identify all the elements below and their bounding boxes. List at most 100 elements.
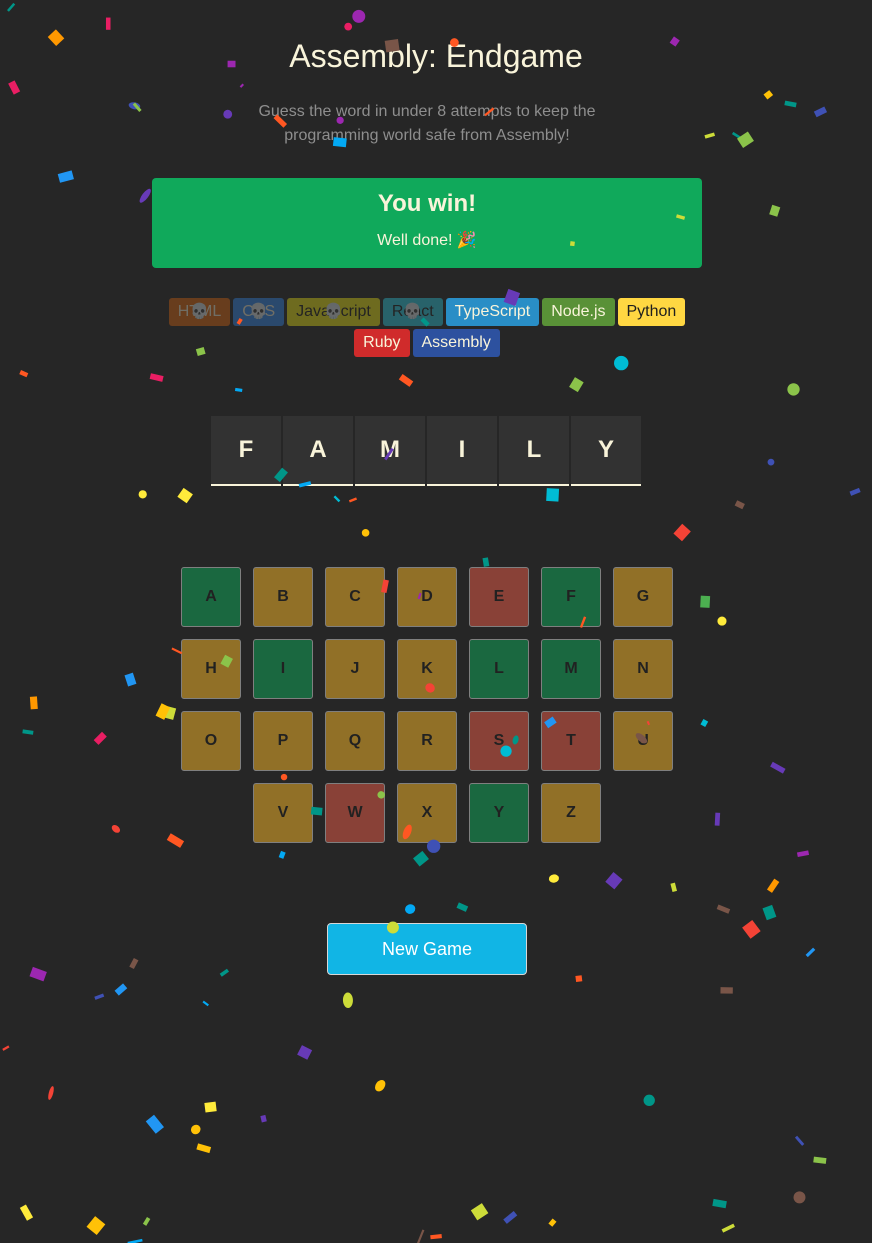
status-message: Well done! 🎉 bbox=[377, 232, 477, 249]
confetti-piece bbox=[548, 1218, 557, 1227]
key-z[interactable]: Z bbox=[541, 783, 601, 843]
confetti-piece bbox=[712, 1198, 727, 1209]
key-r[interactable]: R bbox=[397, 711, 457, 771]
confetti-piece bbox=[132, 102, 142, 113]
confetti-piece bbox=[413, 850, 429, 867]
confetti-piece bbox=[22, 729, 34, 735]
confetti-piece bbox=[8, 80, 21, 95]
language-chip-python: Python bbox=[617, 298, 686, 326]
key-w[interactable]: W bbox=[325, 783, 385, 843]
confetti-piece bbox=[19, 370, 29, 378]
confetti-piece bbox=[164, 706, 177, 720]
confetti-piece bbox=[787, 383, 800, 396]
confetti-piece bbox=[548, 874, 559, 883]
key-i[interactable]: I bbox=[253, 639, 313, 699]
confetti-piece bbox=[342, 992, 353, 1008]
key-e[interactable]: E bbox=[469, 567, 529, 627]
key-k[interactable]: K bbox=[397, 639, 457, 699]
key-b[interactable]: B bbox=[253, 567, 313, 627]
confetti-piece bbox=[138, 490, 147, 499]
confetti-piece bbox=[731, 131, 744, 141]
confetti-piece bbox=[142, 1216, 151, 1226]
confetti-piece bbox=[405, 904, 416, 914]
confetti-piece bbox=[344, 22, 353, 31]
key-f[interactable]: F bbox=[541, 567, 601, 627]
confetti-piece bbox=[219, 968, 230, 977]
word-letter: Y bbox=[571, 416, 641, 486]
language-chip-react: React bbox=[382, 298, 443, 326]
key-o[interactable]: O bbox=[181, 711, 241, 771]
key-l[interactable]: L bbox=[469, 639, 529, 699]
confetti-piece bbox=[416, 1229, 425, 1243]
confetti-piece bbox=[124, 672, 137, 687]
confetti-piece bbox=[849, 487, 861, 496]
page-title: Assembly: Endgame bbox=[289, 38, 583, 74]
word-letter: L bbox=[499, 416, 569, 486]
confetti-piece bbox=[575, 975, 583, 983]
confetti-piece bbox=[763, 90, 774, 100]
confetti-piece bbox=[503, 1211, 518, 1224]
word-letter: M bbox=[355, 416, 425, 486]
confetti-piece bbox=[736, 131, 754, 148]
confetti-piece bbox=[643, 1094, 655, 1106]
confetti-piece bbox=[86, 1216, 106, 1236]
confetti-piece bbox=[546, 488, 560, 502]
confetti-piece bbox=[234, 387, 243, 392]
confetti-piece bbox=[766, 878, 780, 893]
key-t[interactable]: T bbox=[541, 711, 601, 771]
key-g[interactable]: G bbox=[613, 567, 673, 627]
confetti-piece bbox=[94, 993, 105, 1000]
key-s[interactable]: S bbox=[469, 711, 529, 771]
confetti-piece bbox=[48, 1086, 54, 1100]
confetti-piece bbox=[129, 957, 139, 970]
confetti-piece bbox=[716, 904, 731, 914]
confetti-piece bbox=[430, 1234, 442, 1240]
key-n[interactable]: N bbox=[613, 639, 673, 699]
confetti-piece bbox=[149, 373, 164, 382]
confetti-piece bbox=[128, 102, 141, 110]
confetti-piece bbox=[398, 374, 414, 387]
confetti-piece bbox=[700, 718, 709, 728]
key-p[interactable]: P bbox=[253, 711, 313, 771]
language-chip-node-js: Node.js bbox=[542, 298, 615, 326]
confetti-piece bbox=[177, 487, 193, 504]
confetti-piece bbox=[720, 987, 733, 994]
confetti-piece bbox=[29, 966, 47, 982]
key-x[interactable]: X bbox=[397, 783, 457, 843]
confetti-piece bbox=[223, 109, 233, 119]
key-v[interactable]: V bbox=[253, 783, 313, 843]
key-y[interactable]: Y bbox=[469, 783, 529, 843]
confetti-piece bbox=[805, 947, 816, 958]
confetti-piece bbox=[348, 497, 358, 503]
language-chips: HTMLCSSJavaScriptReactTypeScriptNode.jsP… bbox=[152, 298, 702, 357]
confetti-piece bbox=[734, 500, 745, 510]
status-title: You win! bbox=[377, 190, 477, 217]
confetti-piece bbox=[769, 204, 781, 217]
confetti-piece bbox=[796, 850, 810, 858]
key-a[interactable]: A bbox=[181, 567, 241, 627]
confetti-piece bbox=[793, 1191, 806, 1204]
new-game-button[interactable]: New Game bbox=[327, 923, 527, 975]
confetti-piece bbox=[190, 1124, 201, 1135]
confetti-piece bbox=[767, 458, 775, 466]
confetti-piece bbox=[196, 1143, 212, 1154]
key-q[interactable]: Q bbox=[325, 711, 385, 771]
word-letter: A bbox=[283, 416, 353, 486]
confetti-piece bbox=[470, 1203, 489, 1221]
confetti-piece bbox=[278, 850, 286, 859]
confetti-piece bbox=[375, 1079, 386, 1092]
key-h[interactable]: H bbox=[181, 639, 241, 699]
language-chip-css: CSS bbox=[233, 298, 285, 326]
key-j[interactable]: J bbox=[325, 639, 385, 699]
confetti-piece bbox=[813, 106, 828, 118]
confetti-piece bbox=[569, 377, 584, 393]
key-c[interactable]: C bbox=[325, 567, 385, 627]
confetti-piece bbox=[114, 983, 128, 996]
key-d[interactable]: D bbox=[397, 567, 457, 627]
key-u[interactable]: U bbox=[613, 711, 673, 771]
confetti-piece bbox=[361, 529, 370, 537]
key-m[interactable]: M bbox=[541, 639, 601, 699]
confetti-piece bbox=[7, 2, 16, 12]
confetti-piece bbox=[670, 882, 677, 893]
confetti-piece bbox=[762, 904, 777, 921]
